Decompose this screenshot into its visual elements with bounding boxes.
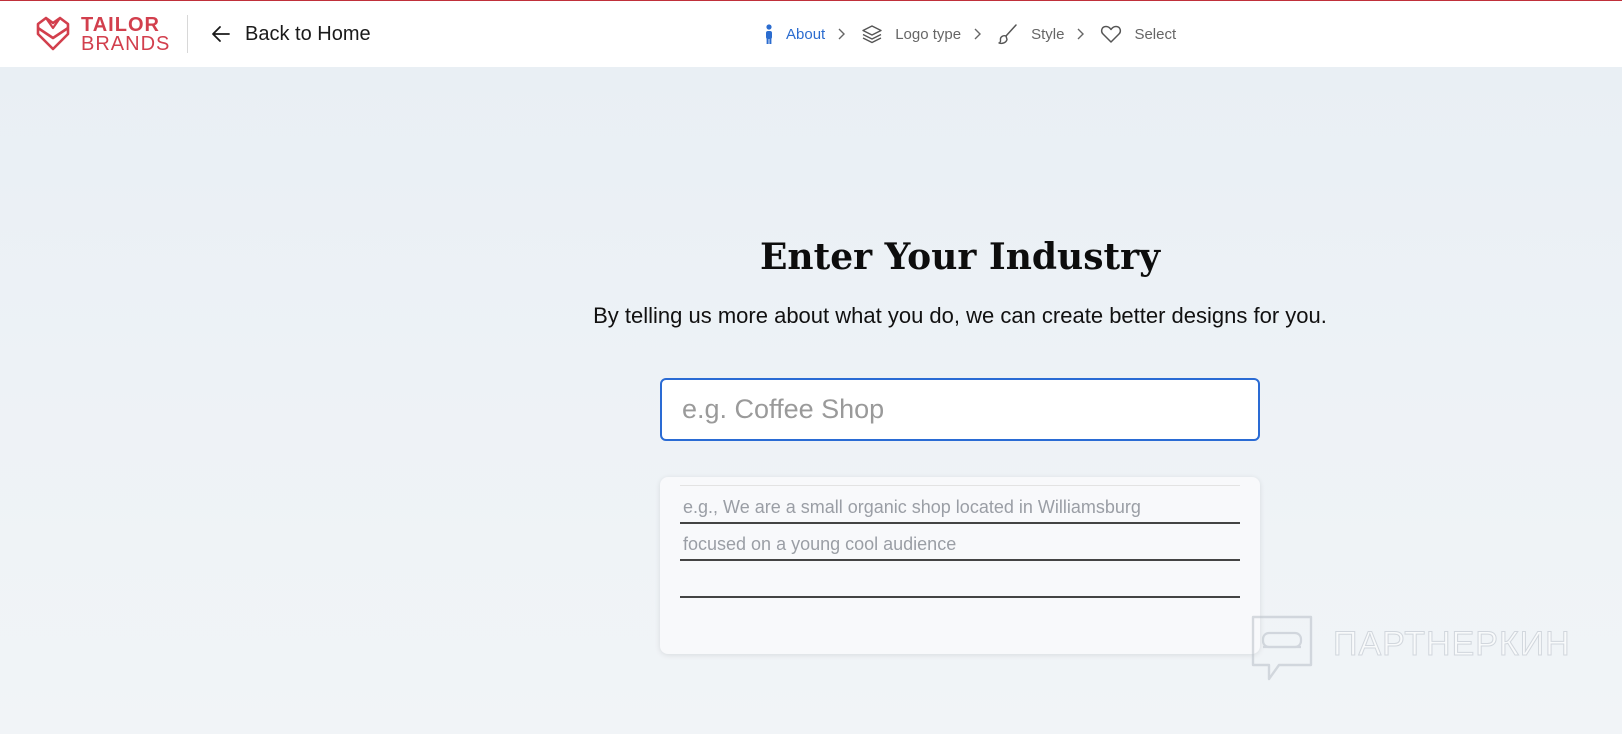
step-select[interactable]: Select [1100, 24, 1176, 44]
description-placeholder-line-2: focused on a young cool audience [683, 534, 957, 554]
layers-icon [861, 24, 883, 44]
step-style-label: Style [1031, 25, 1065, 43]
watermark-text: ПАРТНЕРКИН [1333, 625, 1571, 664]
page-subtitle: By telling us more about what you do, we… [593, 303, 1327, 328]
chevron-right-icon [838, 28, 846, 40]
business-description-textarea[interactable]: e.g., We are a small organic shop locate… [660, 477, 1260, 654]
step-logo-type-label: Logo type [895, 25, 962, 43]
description-placeholder-line-1: e.g., We are a small organic shop locate… [683, 497, 1141, 517]
tailor-brands-logo-icon [36, 16, 70, 51]
logo-wordmark: TAILOR BRANDS [81, 15, 171, 55]
progress-steps: About Logo type Style Select [764, 21, 1176, 47]
chevron-right-icon [1077, 28, 1085, 40]
brush-icon [997, 23, 1019, 45]
description-line [680, 560, 1240, 598]
step-about[interactable]: About [764, 24, 825, 44]
step-select-label: Select [1134, 25, 1177, 43]
chevron-right-icon [974, 28, 982, 40]
person-icon [764, 24, 774, 44]
back-to-home-label: Back to Home [245, 22, 371, 45]
header-divider [187, 15, 188, 53]
step-about-label: About [786, 25, 826, 43]
watermark: ПАРТНЕРКИН [1249, 613, 1579, 685]
description-line: focused on a young cool audience [680, 523, 1240, 561]
step-logo-type[interactable]: Logo type [861, 24, 961, 44]
back-to-home-link[interactable]: Back to Home [210, 19, 371, 49]
page-title: Enter Your Industry [759, 236, 1161, 278]
step-style[interactable]: Style [997, 23, 1064, 45]
watermark-chat-icon [1251, 615, 1313, 681]
arrow-left-icon [212, 26, 230, 42]
industry-input[interactable] [660, 378, 1260, 441]
heart-icon [1100, 24, 1122, 44]
top-header: TAILOR BRANDS Back to Home About Logo ty… [0, 1, 1622, 67]
tailor-brands-logo[interactable]: TAILOR BRANDS [34, 14, 169, 56]
logo-line-2: BRANDS [81, 33, 171, 55]
description-line: e.g., We are a small organic shop locate… [680, 486, 1240, 524]
